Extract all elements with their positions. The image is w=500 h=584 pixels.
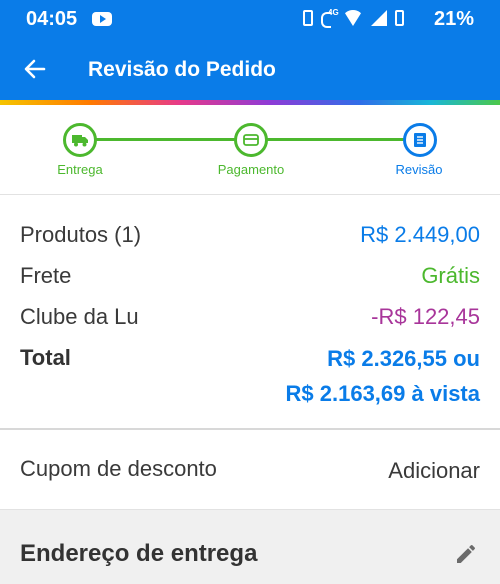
- wifi-call-4g-icon: [321, 8, 339, 28]
- total-installment-value: R$ 2.326,55 ou: [327, 346, 480, 371]
- add-coupon-button[interactable]: Adicionar: [388, 458, 480, 484]
- vibrate-icon: [303, 10, 313, 26]
- coupon-label: Cupom de desconto: [20, 456, 217, 481]
- step-label-entrega: Entrega: [57, 162, 103, 177]
- club-discount-value: -R$ 122,45: [371, 304, 480, 329]
- address-title: Endereço de entrega: [20, 540, 258, 567]
- shipping-value: Grátis: [421, 263, 480, 288]
- checkout-stepper: Entrega Pagamento Revisão: [0, 105, 500, 195]
- total-value: R$ 2.326,55 ou R$ 2.163,69 à vista: [286, 341, 480, 411]
- club-label: Clube da Lu: [20, 304, 139, 329]
- shipping-label: Frete: [20, 263, 72, 288]
- truck-icon: [72, 135, 88, 147]
- status-icons: [303, 8, 404, 28]
- youtube-icon: [92, 12, 112, 26]
- document-icon: [414, 133, 426, 147]
- step-label-revisao: Revisão: [395, 162, 443, 177]
- arrow-left-icon[interactable]: [22, 56, 48, 82]
- pencil-icon[interactable]: [454, 542, 478, 566]
- order-summary: Produtos (1) R$ 2.449,00 Frete Grátis Cl…: [0, 196, 500, 428]
- step-revisao[interactable]: [403, 123, 437, 157]
- coupon-row[interactable]: Cupom de desconto Adicionar: [0, 430, 500, 509]
- step-pagamento[interactable]: [234, 123, 268, 157]
- address-section: Endereço de entrega: [0, 509, 500, 584]
- step-connector: [96, 138, 235, 141]
- signal-icon: [371, 10, 387, 26]
- status-time: 04:05: [26, 8, 78, 30]
- products-value: R$ 2.449,00: [360, 222, 480, 247]
- step-connector: [267, 138, 405, 141]
- status-bar: 04:05 21%: [0, 0, 500, 38]
- card-icon: [243, 134, 259, 146]
- step-label-pagamento: Pagamento: [217, 162, 285, 177]
- battery-icon: [395, 10, 404, 26]
- app-bar: Revisão do Pedido: [0, 38, 500, 100]
- products-label: Produtos (1): [20, 222, 142, 247]
- page-title: Revisão do Pedido: [88, 58, 276, 81]
- step-entrega[interactable]: [63, 123, 97, 157]
- battery-percent: 21%: [433, 8, 474, 30]
- wifi-icon: [343, 10, 363, 26]
- total-label: Total: [20, 345, 71, 370]
- total-cash-value: R$ 2.163,69 à vista: [285, 381, 480, 406]
